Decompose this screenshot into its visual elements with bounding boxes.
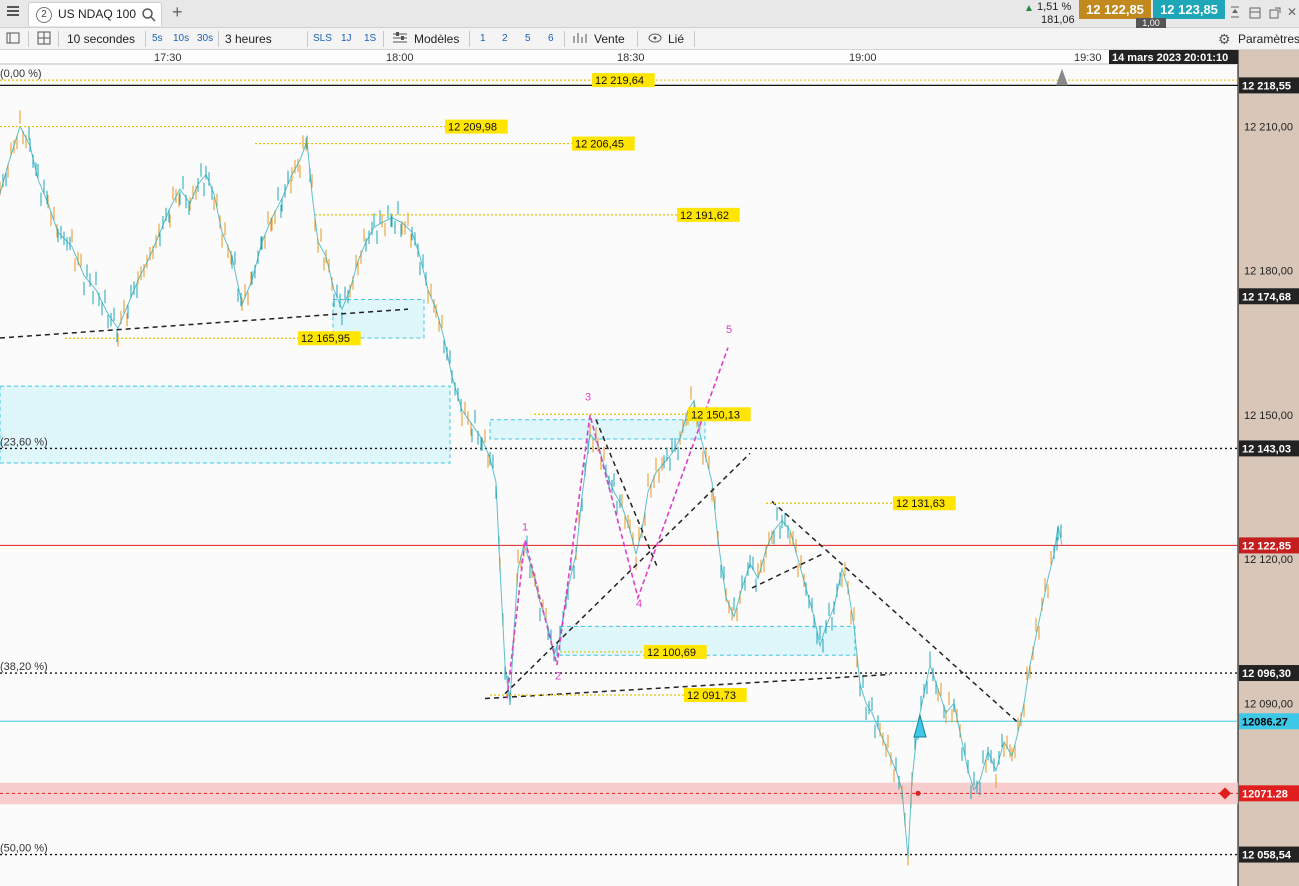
y-tick-label: 12 150,00: [1244, 410, 1293, 422]
toolbar-divider: [469, 31, 470, 47]
toolbar-divider: [145, 31, 146, 47]
alert-dot-icon: [915, 790, 921, 796]
close-icon[interactable]: ✕: [1287, 5, 1297, 19]
level-label: 12 209,98: [448, 122, 497, 134]
level-label: 12 191,62: [680, 210, 729, 222]
level-label: 12 206,45: [575, 139, 624, 151]
wave-label: 2: [555, 670, 561, 682]
preset-1[interactable]: 1: [480, 31, 486, 47]
ask-price: 12 123,85: [1160, 2, 1218, 17]
new-tab-button[interactable]: +: [172, 2, 183, 23]
zone-box: [0, 385, 451, 464]
bid-price: 12 122,85: [1086, 2, 1144, 17]
wave-label: 3: [585, 391, 591, 403]
y-tick-label: 12 090,00: [1244, 698, 1293, 710]
toolbar-divider: [307, 31, 308, 47]
price-badge-label: 12 218,55: [1242, 80, 1291, 92]
wave-label: 1: [522, 521, 528, 533]
y-tick-label: 12 120,00: [1244, 554, 1293, 566]
change-absolute: 181,06: [1041, 14, 1075, 26]
level-label: 12 100,69: [647, 647, 696, 659]
sell-icon[interactable]: [572, 31, 588, 47]
level-label: 12 150,13: [691, 409, 740, 421]
grid-icon[interactable]: [37, 31, 51, 47]
models-icon[interactable]: [392, 31, 408, 47]
plot-area: [0, 50, 1238, 886]
fib-label: (38,20 %): [0, 661, 48, 673]
preset-5[interactable]: 5: [525, 31, 531, 47]
interval-10s[interactable]: 10s: [173, 31, 189, 47]
price-badge-label: 12 096,30: [1242, 668, 1291, 680]
chart-svg[interactable]: 1 2 3 4 5 12 219,64 12 209,98 12 206,45 12 191,…: [0, 50, 1299, 886]
link-icon[interactable]: [647, 31, 663, 47]
time-label: 18:00: [386, 52, 414, 64]
time-label: 17:30: [154, 52, 182, 64]
level-label: 12 131,63: [896, 498, 945, 510]
price-badge-label: 12 122,85: [1242, 540, 1291, 552]
wave-label: 4: [636, 598, 642, 610]
tab-bar: 2 US NDAQ 100 + ▲ 1,51 % 181,06 12 122,8…: [0, 0, 1299, 28]
price-badge-label: 12 143,03: [1242, 443, 1291, 455]
toolbar-divider: [637, 31, 638, 47]
tab-title: US NDAQ 100: [58, 7, 137, 21]
trend-up-icon: ▲: [1024, 3, 1034, 14]
price-badge-label: 12071.28: [1242, 788, 1288, 800]
models-button[interactable]: Modèles: [414, 31, 459, 47]
time-label: 19:30: [1074, 52, 1102, 64]
level-label: 12 165,95: [301, 333, 350, 345]
period-select[interactable]: 3 heures: [225, 31, 272, 47]
sidebar-toggle-icon[interactable]: [6, 31, 20, 47]
price-badge-label: 12086.27: [1242, 716, 1288, 728]
toolbar-divider: [694, 31, 695, 47]
menu-icon[interactable]: [6, 4, 20, 18]
time-label: 19:00: [849, 52, 877, 64]
zone-box: [559, 625, 856, 656]
tab-instrument[interactable]: 2 US NDAQ 100: [28, 2, 162, 26]
popout-icon[interactable]: [1269, 6, 1281, 24]
toolbar-divider: [28, 31, 29, 47]
toolbar-divider: [58, 31, 59, 47]
interval-select[interactable]: 10 secondes: [67, 31, 135, 47]
period-1j[interactable]: 1J: [341, 31, 352, 47]
bid-button[interactable]: 12 122,85: [1079, 0, 1151, 19]
price-chart[interactable]: 1 2 3 4 5 12 219,64 12 209,98 12 206,45 12 191,…: [0, 50, 1299, 886]
price-badge-label: 12 058,54: [1242, 850, 1292, 862]
interval-5s[interactable]: 5s: [152, 31, 163, 47]
chart-toolbar: 10 secondes 5s 10s 30s 3 heures SLS 1J 1…: [0, 28, 1299, 50]
toolbar-divider: [564, 31, 565, 47]
fib-label: (23,60 %): [0, 436, 48, 448]
period-sls[interactable]: SLS: [313, 31, 332, 47]
layout-icon[interactable]: [1249, 6, 1261, 24]
y-tick-label: 12 210,00: [1244, 121, 1293, 133]
sell-button[interactable]: Vente: [594, 31, 625, 47]
interval-30s[interactable]: 30s: [197, 31, 213, 47]
level-label: 12 091,73: [687, 690, 736, 702]
window-controls-icon[interactable]: [1229, 5, 1241, 24]
linked-button[interactable]: Lié: [668, 31, 684, 47]
timestamp-label: 14 mars 2023 20:01:10: [1112, 52, 1228, 64]
change-percent: 1,51 %: [1037, 1, 1072, 13]
fib-label: (50,00 %): [0, 843, 48, 855]
wave-label: 5: [726, 324, 732, 336]
price-badge-label: 12 174,68: [1242, 291, 1291, 303]
settings-button[interactable]: Paramètres: [1238, 31, 1299, 47]
tab-badge: 2: [36, 7, 52, 23]
y-tick-label: 12 180,00: [1244, 266, 1293, 278]
toolbar-divider: [218, 31, 219, 47]
level-label: 12 219,64: [595, 75, 644, 87]
gear-icon[interactable]: ⚙: [1218, 31, 1231, 47]
ask-button[interactable]: 12 123,85: [1153, 0, 1225, 19]
spread-value: 1,00: [1136, 18, 1166, 28]
time-label: 18:30: [617, 52, 645, 64]
preset-6[interactable]: 6: [548, 31, 554, 47]
fib-label: (0,00 %): [0, 68, 42, 80]
price-axis: [1238, 50, 1299, 886]
period-1s[interactable]: 1S: [364, 31, 376, 47]
trading-chart-window: 2 US NDAQ 100 + ▲ 1,51 % 181,06 12 122,8…: [0, 0, 1299, 886]
toolbar-divider: [383, 31, 384, 47]
preset-2[interactable]: 2: [502, 31, 508, 47]
